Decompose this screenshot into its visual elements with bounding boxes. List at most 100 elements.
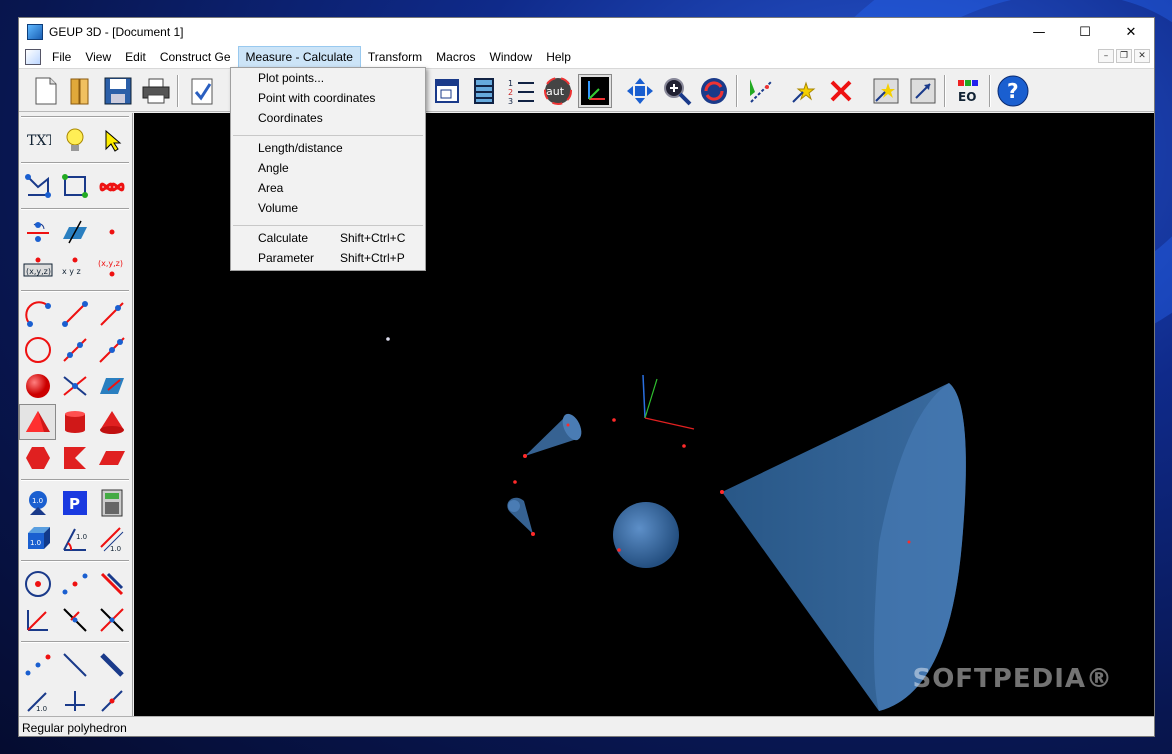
menu-length-distance[interactable]: Length/distance — [231, 138, 425, 158]
check-document-icon[interactable] — [185, 74, 219, 108]
palette-row — [19, 566, 132, 602]
vector-icon[interactable] — [56, 296, 93, 332]
midpoint-icon[interactable] — [56, 566, 93, 602]
delete-icon[interactable] — [824, 74, 858, 108]
axes-icon[interactable] — [578, 74, 612, 108]
minimize-button[interactable]: — — [1016, 18, 1062, 46]
polygon-icon[interactable] — [56, 168, 93, 204]
menu-window[interactable]: Window — [483, 46, 540, 68]
auto-rotate-icon[interactable]: aut — [541, 74, 575, 108]
axis-arrows-icon[interactable] — [56, 683, 93, 716]
perpendicular-icon[interactable] — [19, 602, 56, 638]
help-icon[interactable]: ? — [996, 74, 1030, 108]
save-icon[interactable] — [101, 74, 135, 108]
segment-icon[interactable] — [93, 296, 130, 332]
circle-icon[interactable] — [19, 332, 56, 368]
parallel-plane-icon[interactable] — [93, 566, 130, 602]
polyline-icon[interactable] — [19, 168, 56, 204]
xyz-icon[interactable]: x y z — [56, 250, 93, 286]
document-icon[interactable] — [25, 49, 41, 65]
menu-coordinates[interactable]: Coordinates — [231, 108, 425, 128]
new-document-icon[interactable] — [29, 74, 63, 108]
free-point-icon[interactable] — [93, 214, 130, 250]
menu-construct[interactable]: Construct Ge — [153, 46, 238, 68]
coordinates-box-icon[interactable]: (x,y,z) — [19, 250, 56, 286]
menu-transform[interactable]: Transform — [361, 46, 429, 68]
move-arrows-icon[interactable] — [623, 74, 657, 108]
large-cone[interactable] — [720, 383, 966, 711]
length-measure-icon[interactable]: 1.0 — [93, 521, 130, 557]
point-on-object-icon[interactable] — [19, 214, 56, 250]
measure-point-icon[interactable]: 1.0 — [19, 485, 56, 521]
menu-volume[interactable]: Volume — [231, 198, 425, 218]
line-icon[interactable] — [93, 332, 130, 368]
scene-point[interactable] — [386, 337, 390, 341]
menu-macros[interactable]: Macros — [429, 46, 482, 68]
doc-minimize-button[interactable]: – — [1098, 49, 1114, 63]
pyramid-section-icon[interactable] — [56, 440, 93, 476]
open-folder-icon[interactable] — [63, 74, 97, 108]
eo-icon[interactable]: EO — [951, 74, 985, 108]
menu-parameter[interactable]: Parameter Shift+Ctrl+P — [231, 248, 425, 268]
cylinder-icon[interactable] — [56, 404, 93, 440]
menu-measure-calculate[interactable]: Measure - Calculate — [237, 46, 361, 68]
parallel-line-icon[interactable] — [56, 602, 93, 638]
angle-measure-icon[interactable]: 1.0 — [56, 521, 93, 557]
zoom-icon[interactable] — [660, 74, 694, 108]
sphere[interactable] — [613, 502, 679, 568]
sphere-icon[interactable] — [19, 368, 56, 404]
volume-icon[interactable]: 1.0 — [19, 521, 56, 557]
resize-icon[interactable] — [906, 74, 940, 108]
window-icon[interactable] — [430, 74, 464, 108]
curve-icon[interactable] — [93, 168, 130, 204]
point-line-icon[interactable] — [19, 647, 56, 683]
print-icon[interactable] — [139, 74, 173, 108]
calculator-icon[interactable] — [93, 485, 130, 521]
cone-icon[interactable] — [93, 404, 130, 440]
menu-area[interactable]: Area — [231, 178, 425, 198]
parallelogram-icon[interactable] — [93, 440, 130, 476]
plane-icon[interactable] — [93, 368, 130, 404]
trace-icon[interactable] — [743, 74, 777, 108]
menu-help[interactable]: Help — [539, 46, 578, 68]
doc-close-button[interactable]: ✕ — [1134, 49, 1150, 63]
perpendicular-line-icon[interactable] — [93, 602, 130, 638]
diagonal-line-icon[interactable] — [56, 647, 93, 683]
film-icon[interactable] — [467, 74, 501, 108]
numbered-list-icon[interactable]: 123 — [504, 74, 538, 108]
menu-view[interactable]: View — [78, 46, 118, 68]
menu-file[interactable]: File — [45, 46, 78, 68]
scene-point[interactable] — [513, 480, 517, 484]
scene-point[interactable] — [612, 418, 616, 422]
pointer-icon[interactable] — [93, 123, 130, 159]
menu-plot-points[interactable]: Plot points... — [231, 68, 425, 88]
parameter-icon[interactable]: P — [56, 485, 93, 521]
menu-edit[interactable]: Edit — [118, 46, 153, 68]
menu-angle[interactable]: Angle — [231, 158, 425, 178]
arc-icon[interactable] — [19, 296, 56, 332]
polyhedron-icon[interactable] — [19, 404, 56, 440]
prism-icon[interactable] — [19, 440, 56, 476]
close-button[interactable]: ✕ — [1108, 18, 1154, 46]
light-icon[interactable] — [787, 74, 821, 108]
show-hide-icon[interactable] — [869, 74, 903, 108]
tiny-cone[interactable] — [507, 497, 535, 536]
menu-point-with-coordinates[interactable]: Point with coordinates — [231, 88, 425, 108]
point-on-plane-icon[interactable] — [56, 214, 93, 250]
rotate-icon[interactable] — [697, 74, 731, 108]
intersection-icon[interactable] — [56, 368, 93, 404]
lightbulb-icon[interactable] — [56, 123, 93, 159]
palette-row — [19, 214, 132, 250]
center-circle-icon[interactable] — [19, 566, 56, 602]
scene-point[interactable] — [682, 444, 686, 448]
slope-icon[interactable] — [93, 683, 130, 716]
xyz-point-icon[interactable]: (x,y,z) — [93, 250, 130, 286]
small-cone[interactable] — [523, 411, 585, 458]
menu-calculate[interactable]: Calculate Shift+Ctrl+C — [231, 228, 425, 248]
distance-icon[interactable]: 1.0 — [19, 683, 56, 716]
thick-line-icon[interactable] — [93, 647, 130, 683]
doc-restore-button[interactable]: ❐ — [1116, 49, 1132, 63]
maximize-button[interactable]: ☐ — [1062, 18, 1108, 46]
text-tool-icon[interactable]: TXT — [19, 123, 56, 159]
line-through-points-icon[interactable] — [56, 332, 93, 368]
